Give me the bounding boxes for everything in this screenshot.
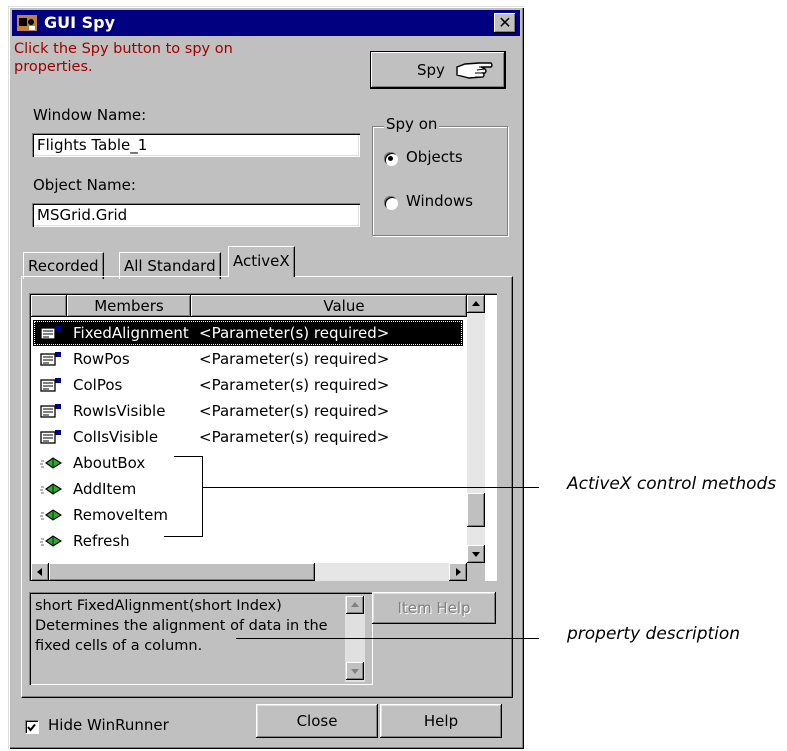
- windows-radio-label[interactable]: Windows: [406, 192, 473, 210]
- description-up-arrow-icon: [351, 602, 359, 607]
- objects-radio[interactable]: [384, 152, 397, 165]
- windows-radio[interactable]: [384, 196, 397, 209]
- scroll-left-button[interactable]: [31, 563, 49, 581]
- pointing-hand-icon: [456, 62, 493, 79]
- table-row[interactable]: RowIsVisible <Parameter(s) required>: [33, 398, 463, 424]
- member-value: <Parameter(s) required>: [199, 402, 390, 420]
- spy-button-label: Spy: [417, 61, 445, 79]
- scroll-corner: [467, 563, 485, 581]
- scroll-up-button[interactable]: [467, 295, 485, 313]
- close-button[interactable]: Close: [256, 704, 378, 738]
- scroll-left-arrow-icon: [37, 568, 42, 576]
- spy-on-group: [372, 126, 508, 236]
- property-icon: [40, 326, 61, 340]
- scroll-right-arrow-icon: [456, 568, 461, 576]
- tab-all-standard[interactable]: All Standard: [119, 252, 221, 279]
- table-row[interactable]: FixedAlignment <Parameter(s) required>: [33, 320, 463, 346]
- methods-bracket-bottom: [164, 536, 203, 537]
- member-name: RemoveItem: [73, 506, 169, 524]
- window-name-label: Window Name:: [33, 106, 147, 124]
- property-icon: [40, 404, 61, 418]
- objects-radio-label[interactable]: Objects: [406, 148, 463, 166]
- table-row[interactable]: ColPos <Parameter(s) required>: [33, 372, 463, 398]
- methods-callout-leader: [203, 487, 539, 488]
- table-row[interactable]: RemoveItem: [33, 502, 463, 528]
- table-row[interactable]: ColIsVisible <Parameter(s) required>: [33, 424, 463, 450]
- help-button[interactable]: Help: [380, 704, 502, 738]
- column-header-members[interactable]: Members: [67, 295, 191, 317]
- member-name: Refresh: [73, 532, 130, 550]
- close-window-button[interactable]: ✕: [494, 13, 516, 33]
- description-callout-leader: [236, 638, 539, 639]
- description-scrollbar[interactable]: [345, 596, 365, 682]
- spy-button[interactable]: Spy: [371, 52, 505, 88]
- spy-app-icon: [17, 15, 37, 31]
- window-title: GUI Spy: [44, 13, 116, 32]
- tab-activex[interactable]: ActiveX: [228, 246, 295, 277]
- member-name: ColPos: [73, 376, 123, 394]
- title-bar[interactable]: GUI Spy ✕: [12, 10, 520, 36]
- checkmark-icon: [27, 723, 36, 732]
- methods-callout-label: ActiveX control methods: [567, 474, 777, 494]
- table-row[interactable]: Refresh: [33, 528, 463, 554]
- table-row[interactable]: AboutBox: [33, 450, 463, 476]
- member-name: FixedAlignment: [73, 324, 189, 342]
- property-icon: [40, 430, 61, 444]
- instruction-text: Click the Spy button to spy on propertie…: [14, 41, 233, 75]
- member-name: AboutBox: [73, 454, 146, 472]
- description-callout-label: property description: [567, 624, 741, 644]
- method-icon: [40, 535, 63, 547]
- object-name-label: Object Name:: [33, 176, 136, 194]
- hide-winrunner-label[interactable]: Hide WinRunner: [48, 716, 169, 734]
- scroll-up-arrow-icon: [472, 301, 480, 306]
- vertical-scrollbar[interactable]: [467, 295, 485, 563]
- tab-recorded[interactable]: Recorded: [23, 252, 104, 279]
- close-icon: ✕: [498, 13, 512, 32]
- scroll-down-button[interactable]: [467, 545, 485, 563]
- scroll-right-button[interactable]: [449, 563, 467, 581]
- member-name: ColIsVisible: [73, 428, 159, 446]
- column-header-blank: [31, 295, 67, 317]
- table-row[interactable]: AddItem: [33, 476, 463, 502]
- member-value: <Parameter(s) required>: [199, 376, 390, 394]
- property-description-text: short FixedAlignment(short Index) Determ…: [35, 598, 328, 654]
- property-icon: [40, 352, 61, 366]
- member-name: AddItem: [73, 480, 137, 498]
- method-icon: [40, 509, 63, 521]
- scroll-down-arrow-icon: [472, 552, 480, 557]
- item-help-button[interactable]: Item Help: [372, 592, 496, 624]
- description-scroll-down[interactable]: [346, 662, 364, 680]
- method-icon: [40, 483, 63, 495]
- methods-bracket-top: [174, 456, 202, 457]
- property-icon: [40, 378, 61, 392]
- hide-winrunner-checkbox[interactable]: [25, 720, 38, 733]
- description-scroll-up[interactable]: [346, 596, 364, 614]
- method-icon: [40, 457, 63, 469]
- horizontal-scrollbar[interactable]: [31, 563, 467, 581]
- object-name-field[interactable]: MSGrid.Grid: [32, 203, 360, 227]
- scroll-thumb[interactable]: [467, 493, 485, 527]
- table-row[interactable]: RowPos <Parameter(s) required>: [33, 346, 463, 372]
- member-value: <Parameter(s) required>: [199, 324, 390, 342]
- description-down-arrow-icon: [351, 669, 359, 674]
- member-value: <Parameter(s) required>: [199, 350, 390, 368]
- member-value: <Parameter(s) required>: [199, 428, 390, 446]
- horizontal-scroll-thumb[interactable]: [49, 563, 315, 581]
- spy-on-label: Spy on: [384, 115, 440, 133]
- member-name: RowPos: [73, 350, 130, 368]
- window-name-field[interactable]: Flights Table_1: [32, 133, 360, 157]
- methods-bracket-vertical: [202, 456, 203, 536]
- members-table[interactable]: Members Value FixedAlignment <Parameter(s…: [29, 293, 497, 581]
- column-header-value[interactable]: Value: [191, 295, 467, 317]
- member-name: RowIsVisible: [73, 402, 166, 420]
